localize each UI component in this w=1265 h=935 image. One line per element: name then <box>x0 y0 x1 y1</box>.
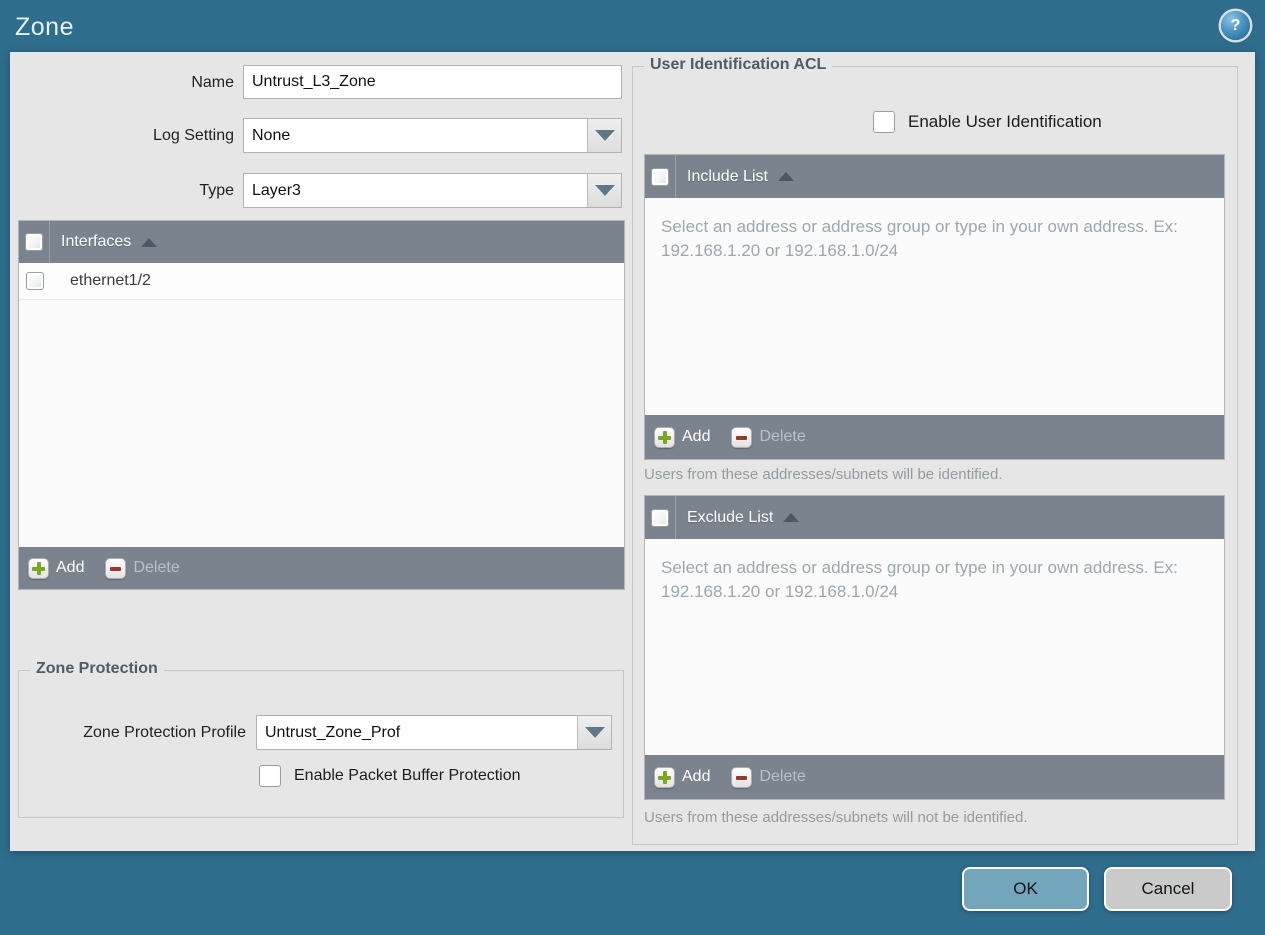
zone-protection-profile-dropdown-button[interactable] <box>577 716 611 749</box>
add-icon <box>28 557 49 579</box>
type-value: Layer3 <box>252 182 301 199</box>
include-list-caption: Users from these addresses/subnets will … <box>644 466 1003 483</box>
delete-icon <box>105 557 127 579</box>
add-icon <box>654 426 675 448</box>
interfaces-select-all-checkbox[interactable] <box>25 233 43 251</box>
type-dropdown-button[interactable] <box>587 174 621 207</box>
interfaces-select-all-cell <box>19 221 50 263</box>
help-icon[interactable]: ? <box>1221 11 1250 40</box>
include-list-column-header[interactable]: Include List <box>687 168 768 186</box>
dialog-title: Zone <box>15 13 74 41</box>
packet-buffer-protection-label: Enable Packet Buffer Protection <box>294 767 521 784</box>
delete-button-label: Delete <box>759 768 806 785</box>
add-button-label: Add <box>682 768 711 785</box>
packet-buffer-protection-row: Enable Packet Buffer Protection <box>259 765 521 787</box>
log-setting-label: Log Setting <box>153 127 234 144</box>
zone-dialog: Name Log Setting None Type Layer3 Interf… <box>10 52 1255 851</box>
log-setting-dropdown-button[interactable] <box>587 119 621 152</box>
include-list-body[interactable]: Select an address or address group or ty… <box>645 198 1224 415</box>
exclude-list-footer: Add Delete <box>645 755 1224 799</box>
zone-protection-profile-label: Zone Protection Profile <box>83 724 246 741</box>
user-identification-acl-section: User Identification ACL Enable User Iden… <box>632 56 1238 845</box>
type-label: Type <box>199 182 234 199</box>
log-setting-value: None <box>252 127 291 144</box>
log-setting-select[interactable]: None <box>243 118 622 153</box>
chevron-down-icon <box>594 185 615 196</box>
sort-asc-icon[interactable] <box>783 513 800 522</box>
interface-name: ethernet1/2 <box>70 272 151 289</box>
delete-button-label: Delete <box>133 559 180 576</box>
chevron-down-icon <box>584 727 605 738</box>
interfaces-table: Interfaces ethernet1/2 Add Delete <box>18 220 625 590</box>
user-identification-acl-legend: User Identification ACL <box>644 56 833 74</box>
include-delete-button[interactable]: Delete <box>731 426 806 448</box>
delete-icon <box>731 766 753 788</box>
interfaces-delete-button[interactable]: Delete <box>105 557 180 579</box>
exclude-list-caption: Users from these addresses/subnets will … <box>644 809 1028 826</box>
exclude-list-body[interactable]: Select an address or address group or ty… <box>645 539 1224 755</box>
exclude-list-column-header[interactable]: Exclude List <box>687 509 773 527</box>
name-input[interactable] <box>243 65 622 99</box>
exclude-list-header: Exclude List <box>645 496 1224 539</box>
delete-icon <box>731 426 753 448</box>
exclude-select-all-cell <box>645 496 676 539</box>
delete-button-label: Delete <box>759 428 806 445</box>
chevron-down-icon <box>594 130 615 141</box>
include-list-header: Include List <box>645 155 1224 198</box>
cancel-button[interactable]: Cancel <box>1104 867 1232 911</box>
interfaces-table-footer: Add Delete <box>19 547 624 589</box>
enable-user-identification-label: Enable User Identification <box>908 112 1102 131</box>
interface-row[interactable]: ethernet1/2 <box>19 263 624 300</box>
exclude-list-placeholder: Select an address or address group or ty… <box>661 558 1178 602</box>
include-select-all-cell <box>645 155 676 198</box>
zone-protection-section: Zone Protection Zone Protection Profile … <box>18 660 624 818</box>
interface-row-checkbox[interactable] <box>26 272 44 290</box>
zone-protection-legend: Zone Protection <box>30 660 164 678</box>
interfaces-add-button[interactable]: Add <box>28 557 85 579</box>
include-add-button[interactable]: Add <box>654 426 711 448</box>
exclude-list-table: Exclude List Select an address or addres… <box>644 495 1225 800</box>
interfaces-table-body: ethernet1/2 <box>19 263 624 547</box>
add-button-label: Add <box>682 428 711 445</box>
ok-button[interactable]: OK <box>962 867 1089 911</box>
zone-protection-profile-select[interactable]: Untrust_Zone_Prof <box>256 715 612 750</box>
exclude-select-all-checkbox[interactable] <box>651 508 669 527</box>
packet-buffer-protection-checkbox[interactable] <box>259 765 281 787</box>
zone-protection-profile-value: Untrust_Zone_Prof <box>265 724 401 741</box>
sort-asc-icon[interactable] <box>141 237 158 247</box>
add-icon <box>654 766 675 788</box>
exclude-delete-button[interactable]: Delete <box>731 766 806 788</box>
include-select-all-checkbox[interactable] <box>651 167 669 186</box>
name-label: Name <box>191 74 234 91</box>
sort-asc-icon[interactable] <box>777 172 794 181</box>
interfaces-column-header[interactable]: Interfaces <box>61 233 131 251</box>
include-list-table: Include List Select an address or addres… <box>644 154 1225 460</box>
include-list-placeholder: Select an address or address group or ty… <box>661 217 1178 261</box>
interfaces-table-header: Interfaces <box>19 221 624 263</box>
enable-user-identification-checkbox[interactable] <box>873 111 895 133</box>
add-button-label: Add <box>56 559 85 576</box>
exclude-add-button[interactable]: Add <box>654 766 711 788</box>
enable-user-identification-row: Enable User Identification <box>873 111 1102 133</box>
include-list-footer: Add Delete <box>645 415 1224 459</box>
type-select[interactable]: Layer3 <box>243 173 622 208</box>
